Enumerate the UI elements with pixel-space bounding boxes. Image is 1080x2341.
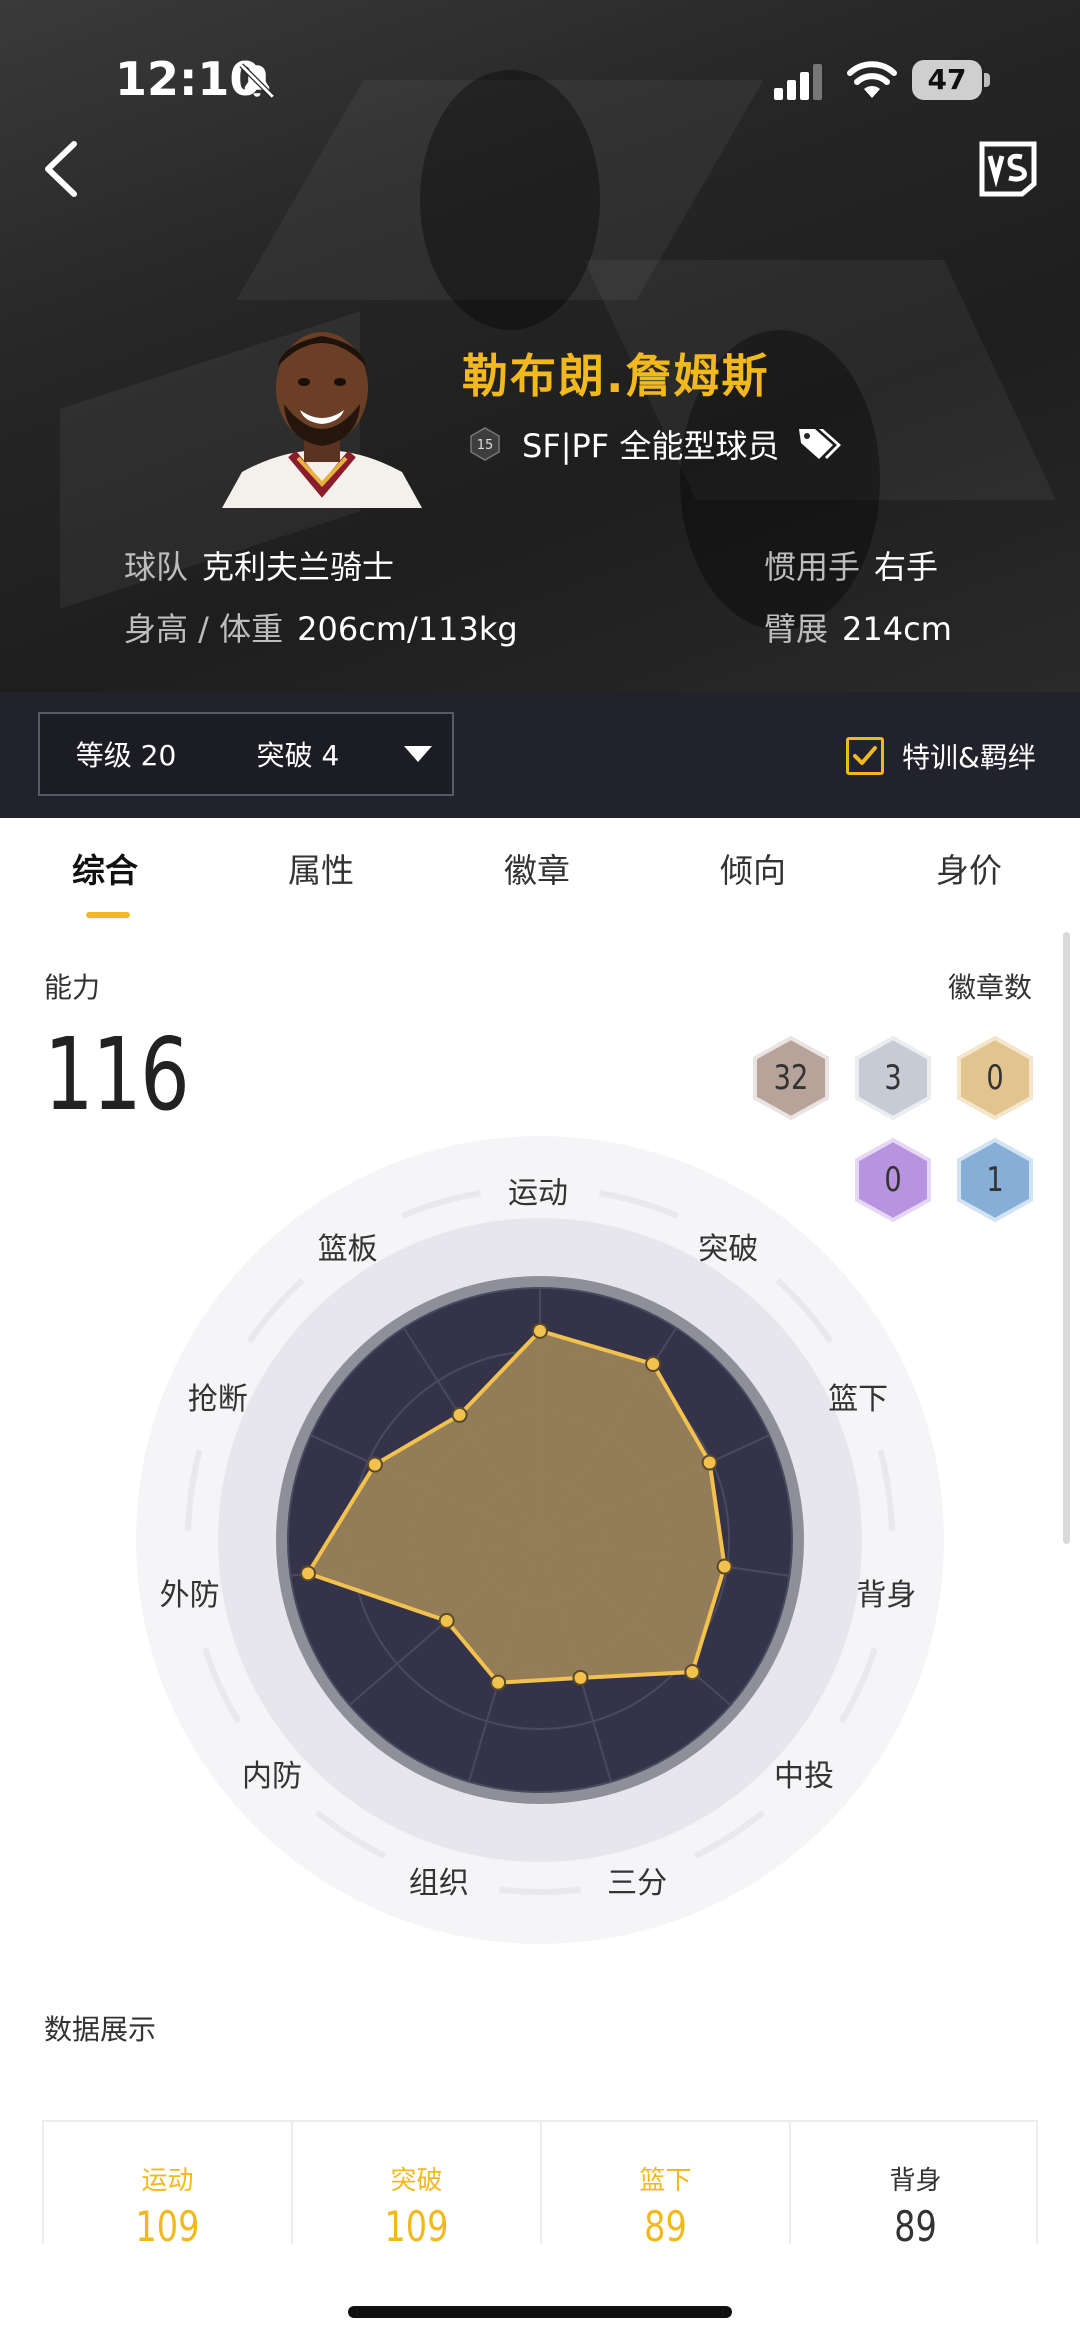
bell-muted-icon xyxy=(239,63,275,99)
wingspan-value: 214cm xyxy=(842,610,952,648)
ability-radar-chart: 运动 突破 篮下 背身 中投 三分 组织 内防 外防 抢断 篮板 xyxy=(120,1120,960,1960)
radar-label-three: 三分 xyxy=(607,1865,668,1901)
stat-name: 突破 xyxy=(390,2166,443,2196)
wifi-icon xyxy=(847,61,897,98)
stat-name: 运动 xyxy=(141,2166,194,2196)
wingspan-info: 臂展 214cm xyxy=(764,604,952,650)
tab-overview[interactable]: 综合 xyxy=(72,844,138,892)
training-bond-checkbox[interactable] xyxy=(846,737,884,775)
badge-legend-count: 1 xyxy=(986,1160,1004,1200)
training-bond-toggle[interactable]: 特训&羁绊 xyxy=(846,736,1036,776)
wingspan-label: 臂展 xyxy=(764,610,829,648)
hand-value: 右手 xyxy=(874,548,939,586)
radar-label-rebound: 篮板 xyxy=(317,1231,378,1267)
stat-name: 背身 xyxy=(889,2166,942,2196)
team-info: 球队 克利夫兰骑士 xyxy=(124,542,394,588)
tab-attributes[interactable]: 属性 xyxy=(288,844,354,892)
radar-point xyxy=(451,1406,468,1423)
tab-tendencies[interactable]: 倾向 xyxy=(720,844,786,892)
status-bar: 12:10 47 xyxy=(0,0,1080,150)
level-selector[interactable]: 等级 20 xyxy=(38,712,214,796)
checkmark-icon xyxy=(853,746,877,765)
badge-gold[interactable]: 0 xyxy=(956,1035,1034,1121)
battery-indicator: 47 xyxy=(912,60,990,100)
player-header: 12:10 47 勒布朗.詹姆斯 15 SF|PF 全能型球员 球队 克利夫兰骑… xyxy=(0,0,1080,692)
radar-point xyxy=(645,1356,662,1373)
jersey-number-icon: 15 xyxy=(470,427,500,461)
radar-label-playmaking: 组织 xyxy=(408,1865,469,1901)
radar-label-post: 背身 xyxy=(856,1578,917,1614)
badge-silver-count: 3 xyxy=(884,1058,902,1098)
badge-silver[interactable]: 3 xyxy=(854,1035,932,1121)
hand-label: 惯用手 xyxy=(764,548,861,586)
player-avatar xyxy=(222,322,422,508)
radar-point xyxy=(701,1454,718,1471)
badge-bronze[interactable]: 32 xyxy=(752,1035,830,1121)
badge-count-label: 徽章数 xyxy=(948,971,1033,1004)
radar-point xyxy=(438,1612,455,1629)
radar-point xyxy=(716,1558,733,1575)
vs-compare-icon[interactable] xyxy=(978,140,1038,198)
radar-label-perimeter-defense: 外防 xyxy=(159,1578,220,1614)
height-weight-value: 206cm/113kg xyxy=(297,610,518,648)
radar-svg xyxy=(136,1136,944,1944)
ability-value: 116 xyxy=(44,1016,190,1133)
dropdown-button[interactable] xyxy=(384,712,454,796)
radar-label-driving: 突破 xyxy=(698,1231,759,1267)
jersey-number: 15 xyxy=(477,438,494,453)
home-indicator[interactable] xyxy=(348,2306,732,2318)
team-label: 球队 xyxy=(124,548,189,586)
tab-value[interactable]: 身价 xyxy=(936,844,1002,892)
back-icon[interactable] xyxy=(40,138,84,200)
radar-point xyxy=(532,1322,548,1339)
badge-bronze-count: 32 xyxy=(773,1058,809,1098)
radar-point xyxy=(366,1456,383,1473)
bottom-area xyxy=(0,2244,1080,2341)
radar-point xyxy=(300,1565,317,1582)
stats-title: 数据展示 xyxy=(44,2013,157,2046)
battery-tip xyxy=(984,73,990,87)
radar-label-athleticism: 运动 xyxy=(508,1176,568,1211)
radar-point xyxy=(684,1664,701,1681)
radar-label-inside: 篮下 xyxy=(828,1381,889,1417)
caret-down-icon xyxy=(404,746,432,762)
radar-point xyxy=(490,1674,507,1691)
position-row: 15 SF|PF 全能型球员 xyxy=(468,420,845,468)
radar-label-interior-defense: 内防 xyxy=(241,1758,302,1794)
breakthrough-selector[interactable]: 突破 4 xyxy=(212,712,386,796)
radar-label-midrange: 中投 xyxy=(774,1758,835,1794)
player-name: 勒布朗.詹姆斯 xyxy=(462,349,770,403)
radar-dash-segment xyxy=(499,1886,581,1895)
tab-bar: 综合 属性 徽章 倾向 身价 xyxy=(0,818,1080,938)
scrollbar[interactable] xyxy=(1063,932,1070,1544)
training-bond-label: 特训&羁绊 xyxy=(902,741,1036,774)
ability-label: 能力 xyxy=(44,971,101,1004)
active-tab-indicator xyxy=(86,912,130,918)
tag-icon[interactable] xyxy=(797,425,845,463)
battery-level: 47 xyxy=(912,60,982,100)
hand-info: 惯用手 右手 xyxy=(764,542,938,588)
height-weight-label: 身高 / 体重 xyxy=(124,610,284,648)
radar-label-steal: 抢断 xyxy=(187,1381,248,1417)
signal-icon xyxy=(774,64,822,100)
tab-badges[interactable]: 徽章 xyxy=(504,844,570,892)
team-value: 克利夫兰骑士 xyxy=(202,548,395,586)
badge-gold-count: 0 xyxy=(986,1058,1004,1098)
badge-legend[interactable]: 1 xyxy=(956,1137,1034,1223)
height-weight-info: 身高 / 体重 206cm/113kg xyxy=(124,604,518,650)
radar-point xyxy=(572,1669,589,1686)
stat-name: 篮下 xyxy=(639,2166,692,2196)
player-position: SF|PF 全能型球员 xyxy=(522,427,780,465)
